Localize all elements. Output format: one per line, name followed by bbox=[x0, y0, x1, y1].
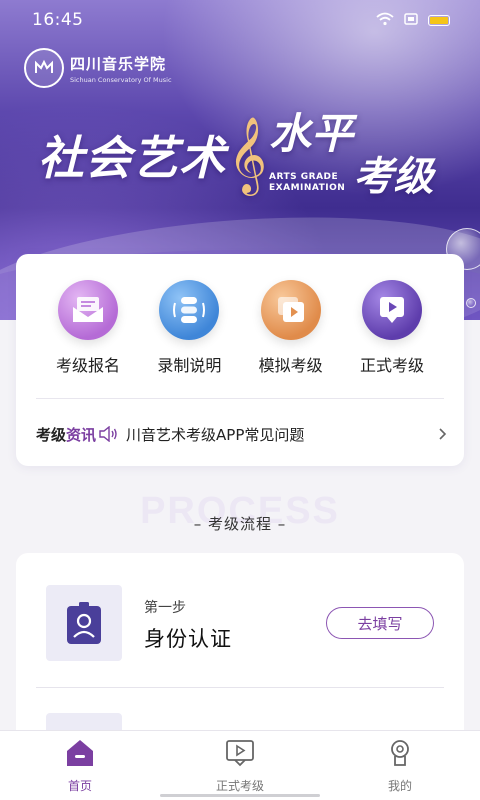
news-tag-part2: 资讯 bbox=[66, 425, 97, 444]
banner-title-en-line2: EXAMINATION bbox=[269, 183, 346, 193]
banner-title-right-bottom: 考级 bbox=[353, 153, 434, 200]
home-icon bbox=[64, 738, 96, 772]
status-bar: 16:45 bbox=[0, 0, 480, 40]
speaker-icon bbox=[98, 426, 118, 442]
nav-item-profile[interactable]: 我的 bbox=[340, 731, 460, 794]
battery-level bbox=[430, 16, 448, 24]
logo-emblem-icon bbox=[24, 48, 64, 88]
id-badge-icon bbox=[46, 585, 122, 661]
banner-title-right: 水平 ARTS GRADE EXAMINATION 考级 bbox=[269, 112, 433, 198]
envelope-icon bbox=[58, 280, 118, 340]
menu-label: 考级报名 bbox=[55, 356, 120, 375]
banner-title-right-top: 水平 bbox=[269, 109, 354, 158]
bubble-decoration bbox=[466, 298, 476, 308]
sim-icon bbox=[404, 11, 418, 30]
divider bbox=[36, 687, 444, 688]
step-name: 身份认证 bbox=[144, 627, 232, 651]
menu-card: 考级报名 录制说明 模拟考级 正式考级 考级资讯 川音艺术考级APP常见问题 bbox=[16, 254, 464, 466]
status-icons bbox=[376, 11, 450, 30]
fill-in-button[interactable]: 去填写 bbox=[326, 607, 434, 639]
menu-item-recording-guide[interactable]: 录制说明 bbox=[139, 280, 239, 376]
banner-title-left: 社会艺术 bbox=[38, 131, 226, 185]
quick-menu: 考级报名 录制说明 模拟考级 正式考级 bbox=[16, 254, 464, 376]
logo-name-cn: 四川音乐学院 bbox=[70, 54, 167, 73]
play-screen-icon bbox=[361, 280, 422, 340]
process-step-card: 第一步 身份认证 去填写 bbox=[16, 553, 464, 753]
bottom-nav: 首页 正式考级 我的 bbox=[0, 730, 480, 800]
treble-clef-icon: 𝄞 bbox=[228, 116, 268, 193]
logo-text: 四川音乐学院 Sichuan Conservatory Of Music bbox=[70, 53, 172, 84]
process-title: – 考级流程 – bbox=[193, 515, 287, 533]
menu-label: 正式考级 bbox=[359, 356, 424, 375]
exam-screen-icon bbox=[224, 738, 256, 772]
news-ticker[interactable]: 考级资讯 川音艺术考级APP常见问题 bbox=[36, 419, 448, 449]
school-logo: 四川音乐学院 Sichuan Conservatory Of Music bbox=[24, 48, 172, 88]
nav-label: 我的 bbox=[387, 779, 412, 793]
home-indicator bbox=[160, 794, 320, 797]
step-number: 第一步 bbox=[144, 600, 186, 616]
profile-icon bbox=[384, 738, 416, 772]
news-tag-part1: 考级 bbox=[36, 425, 67, 444]
nav-label: 正式考级 bbox=[215, 779, 264, 793]
news-headline: 川音艺术考级APP常见问题 bbox=[126, 425, 305, 444]
menu-item-registration[interactable]: 考级报名 bbox=[38, 280, 138, 376]
menu-item-mock-exam[interactable]: 模拟考级 bbox=[241, 280, 341, 376]
menu-label: 录制说明 bbox=[157, 356, 222, 375]
status-time: 16:45 bbox=[32, 10, 84, 30]
news-tag: 考级资讯 bbox=[36, 424, 96, 445]
banner-title-english: ARTS GRADE EXAMINATION bbox=[269, 172, 345, 194]
nav-item-home[interactable]: 首页 bbox=[20, 731, 140, 794]
battery-icon bbox=[428, 14, 450, 26]
divider bbox=[36, 398, 444, 399]
banner-title: 社会艺术 𝄞 水平 ARTS GRADE EXAMINATION 考级 bbox=[38, 110, 458, 200]
video-stack-icon bbox=[260, 280, 321, 340]
logo-name-en: Sichuan Conservatory Of Music bbox=[70, 75, 172, 84]
wifi-icon bbox=[376, 11, 394, 30]
document-stack-icon bbox=[159, 280, 220, 340]
menu-item-official-exam[interactable]: 正式考级 bbox=[342, 280, 442, 376]
nav-label: 首页 bbox=[67, 779, 92, 793]
banner-title-en-line1: ARTS GRADE bbox=[269, 172, 339, 182]
nav-item-official-exam[interactable]: 正式考级 bbox=[180, 731, 300, 794]
menu-label: 模拟考级 bbox=[258, 356, 323, 375]
chevron-right-icon bbox=[428, 427, 448, 441]
